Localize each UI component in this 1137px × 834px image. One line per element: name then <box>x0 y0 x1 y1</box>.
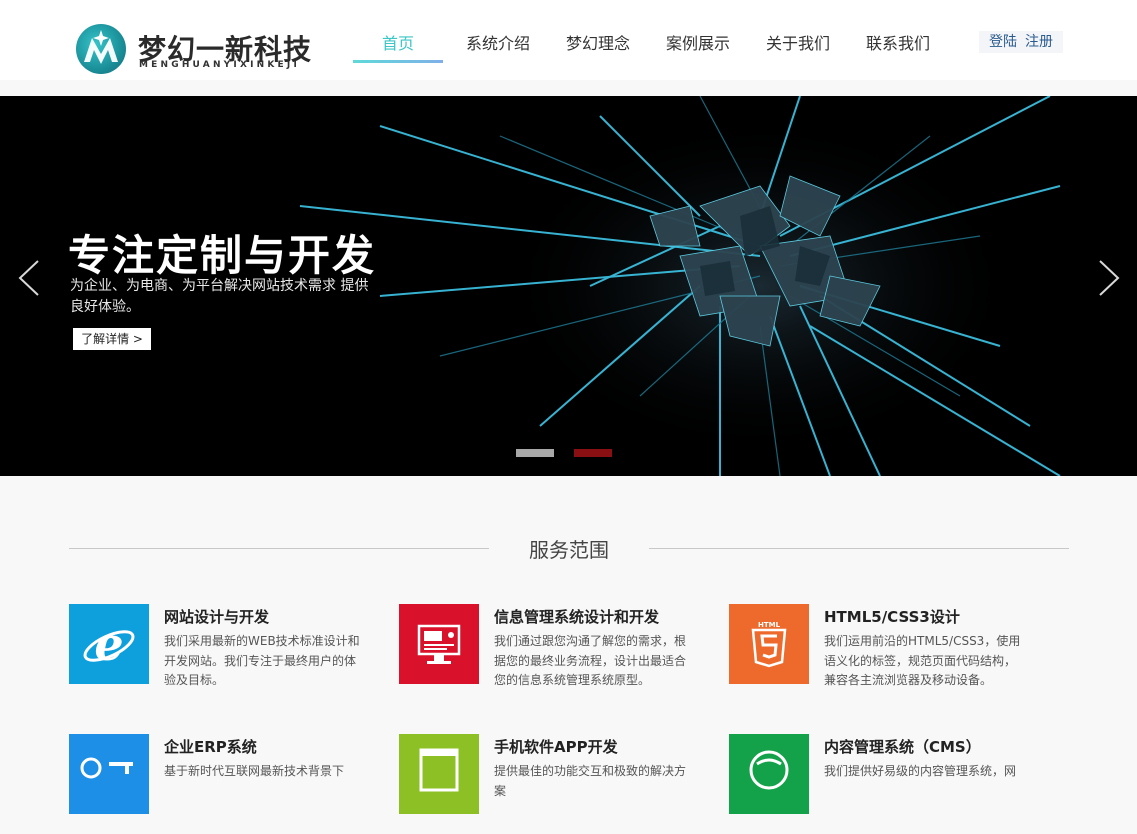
service-item-cms[interactable]: 内容管理系统（CMS） 我们提供好易级的内容管理系统，网 <box>729 734 1029 834</box>
service-name: 手机软件APP开发 <box>494 738 618 756</box>
erp-icon <box>69 734 149 814</box>
svg-text:HTML: HTML <box>758 621 781 629</box>
site-header: 梦幻一新科技 MENGHUANYIXINKEJI 首页 系统介绍 梦幻理念 案例… <box>0 0 1137 80</box>
register-link[interactable]: 注册 <box>1025 34 1053 50</box>
services-heading: 服务范围 <box>69 532 1069 562</box>
auth-links: 登陆 注册 <box>979 31 1063 53</box>
svg-text:e: e <box>94 617 123 671</box>
app-window-icon <box>399 734 479 814</box>
service-name: HTML5/CSS3设计 <box>824 608 960 626</box>
ie-browser-icon: e <box>69 604 149 684</box>
banner-next-arrow-icon[interactable] <box>1092 258 1126 298</box>
services-title: 服务范围 <box>529 538 609 562</box>
service-name: 内容管理系统（CMS） <box>824 738 981 756</box>
service-item-mobile-app[interactable]: 手机软件APP开发 提供最佳的功能交互和极致的解决方案 <box>399 734 699 834</box>
service-item-erp[interactable]: 企业ERP系统 基于新时代互联网最新技术背景下 <box>69 734 369 834</box>
service-description: 我们提供好易级的内容管理系统，网 <box>824 764 1017 778</box>
service-name: 企业ERP系统 <box>164 738 257 756</box>
cms-icon <box>729 734 809 814</box>
service-description: 我们运用前沿的HTML5/CSS3，使用语义化的标签，规范页面代码结构，兼容各主… <box>824 634 1021 687</box>
nav-active-underline <box>353 60 443 63</box>
banner-details-button[interactable]: 了解详情 > <box>73 328 151 350</box>
service-name: 信息管理系统设计和开发 <box>494 608 660 626</box>
service-item-info-system[interactable]: 信息管理系统设计和开发 我们通过跟您沟通了解您的需求，根据您的最终业务流程，设计… <box>399 604 699 704</box>
nav-item-home[interactable]: 首页 <box>382 30 414 54</box>
service-name: 网站设计与开发 <box>164 608 270 626</box>
banner-dot-1[interactable] <box>516 449 554 457</box>
logo-subtitle: MENGHUANYIXINKEJI <box>139 60 300 70</box>
nav-item-contact[interactable]: 联系我们 <box>866 30 930 54</box>
nav-item-system-intro[interactable]: 系统介绍 <box>466 30 530 54</box>
banner-dot-2[interactable] <box>574 449 612 457</box>
nav-item-about[interactable]: 关于我们 <box>766 30 830 54</box>
banner-description: 为企业、为电商、为平台解决网站技术需求 提供良好体验。 <box>70 278 369 315</box>
nav-item-philosophy[interactable]: 梦幻理念 <box>566 30 630 54</box>
heading-divider-right <box>649 548 1069 549</box>
logo-mark-icon <box>76 24 126 74</box>
service-item-web-design[interactable]: e 网站设计与开发 我们采用最新的WEB技术标准设计和开发网站。我们专注于最终用… <box>69 604 369 704</box>
service-description: 我们采用最新的WEB技术标准设计和开发网站。我们专注于最终用户的体验及目标。 <box>164 634 360 687</box>
service-description: 我们通过跟您沟通了解您的需求，根据您的最终业务流程，设计出最适合您的信息系统管理… <box>494 634 687 687</box>
site-logo[interactable]: 梦幻一新科技 MENGHUANYIXINKEJI <box>76 24 326 76</box>
monitor-icon <box>399 604 479 684</box>
hero-banner: 专注定制与开发 为企业、为电商、为平台解决网站技术需求 提供良好体验。 了解详情… <box>0 96 1137 476</box>
banner-title: 专注定制与开发 <box>68 231 377 280</box>
service-item-html5-css3[interactable]: HTML HTML5/CSS3设计 我们运用前沿的HTML5/CSS3，使用语义… <box>729 604 1029 704</box>
nav-item-cases[interactable]: 案例展示 <box>666 30 730 54</box>
html5-icon: HTML <box>729 604 809 684</box>
service-description: 基于新时代互联网最新技术背景下 <box>164 764 345 778</box>
banner-prev-arrow-icon[interactable] <box>12 258 46 298</box>
heading-divider-left <box>69 548 489 549</box>
login-link[interactable]: 登陆 <box>989 34 1017 50</box>
